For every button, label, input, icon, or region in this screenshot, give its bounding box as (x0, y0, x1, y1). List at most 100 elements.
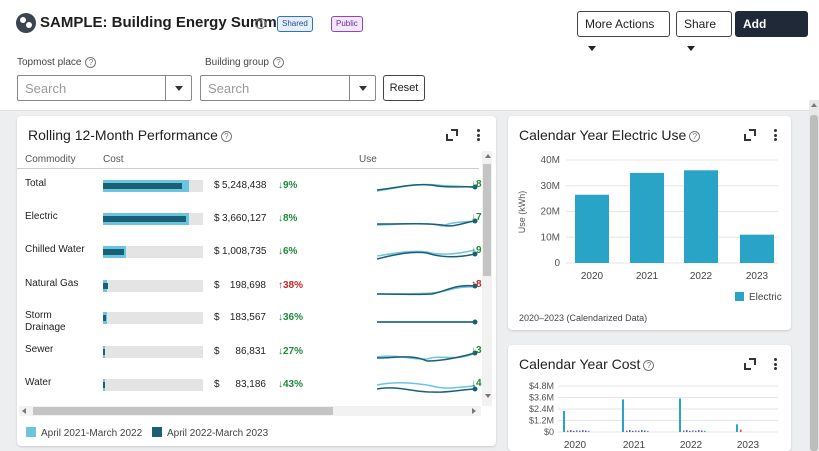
currency-symbol: $ (214, 346, 220, 357)
scroll-up-icon[interactable] (485, 154, 491, 158)
cost-bar (679, 398, 681, 432)
cost-bar (692, 430, 694, 432)
cost-value: 1,008,735 (222, 246, 267, 257)
cost-bar (736, 424, 738, 432)
help-icon[interactable]: ? (85, 57, 97, 68)
scrollbar-thumb[interactable] (33, 407, 333, 415)
bar-2020 (575, 194, 609, 263)
x-tick-label: 2021 (636, 271, 659, 282)
help-icon[interactable]: ? (220, 131, 232, 142)
scroll-left-icon[interactable] (22, 408, 26, 414)
use-sparkline (376, 249, 478, 260)
cost-bar (582, 430, 584, 432)
cost-bar (701, 430, 703, 432)
cost-bar-current (103, 183, 182, 189)
use-sparkline (376, 382, 478, 393)
cost-value: 198,698 (229, 280, 266, 291)
x-tick-label: 2021 (623, 440, 646, 451)
chart-legend: Electric (735, 292, 782, 303)
scroll-down-icon[interactable] (485, 394, 491, 398)
cost-bar (635, 430, 637, 432)
y-tick-label: $2.4M (529, 404, 554, 414)
use-sparkline (376, 218, 478, 227)
cost-bar (570, 430, 572, 432)
table-row[interactable]: Electric $3,660,127 ↓8% ↓7 (17, 205, 482, 235)
calendar-cost-card: Calendar Year Cost? $0 $1.2M $2.4M $3.6M $4.… (508, 345, 791, 451)
building-group-text: Building group (205, 57, 269, 68)
share-button[interactable]: Share (676, 11, 732, 52)
x-tick-label: 2023 (746, 271, 769, 282)
x-tick-label: 2023 (737, 440, 760, 451)
cost-value: 3,660,127 (222, 213, 267, 224)
cost-value: 183,567 (229, 312, 266, 323)
cost-value: 83,186 (235, 379, 266, 390)
table-row[interactable]: Storm Drainage $183,567 ↓36% (17, 304, 482, 334)
topmost-place-label: Topmost place? (17, 57, 97, 68)
sparkline-prev (376, 286, 476, 295)
chevron-down-icon[interactable] (349, 76, 375, 100)
table-row[interactable]: Water $83,186 ↓43% ↓4 (17, 371, 482, 401)
cost-bar (686, 430, 688, 432)
expand-icon[interactable] (446, 129, 458, 141)
app-logo-icon (16, 13, 36, 33)
reset-button[interactable]: Reset (383, 75, 425, 101)
topmost-place-text: Topmost place (17, 57, 82, 68)
x-tick-label: 2020 (581, 271, 604, 282)
cost-value: 86,831 (235, 346, 266, 357)
page-scrollbar-thumb[interactable] (810, 115, 818, 451)
use-change: ↓7 (471, 212, 482, 223)
use-change: ↓8 (471, 179, 482, 190)
card-title-text: Rolling 12-Month Performance (28, 127, 218, 143)
table-row[interactable]: Total $5,248,438 ↓9% ↓8 (17, 172, 482, 202)
y-tick-label: 0 (554, 258, 560, 269)
use-change: ↓3 (471, 345, 482, 356)
electric-use-card: Calendar Year Electric Use? 0 10M 20M 30M 40… (508, 116, 791, 330)
cost-bar (588, 430, 590, 432)
use-sparkline (376, 283, 478, 296)
cost-bar-current (103, 283, 108, 289)
cost-bar (704, 430, 706, 432)
legend-swatch (735, 292, 744, 301)
table-header-divider (17, 168, 479, 169)
cost-bar-current (103, 216, 186, 222)
cost-bar (626, 430, 628, 432)
cost-change: ↓36% (278, 312, 304, 323)
chevron-down-icon (588, 46, 596, 52)
commodity-name: Water (25, 377, 52, 388)
cost-change: ↓27% (278, 346, 304, 357)
legend-swatch (26, 427, 36, 437)
help-icon[interactable]: ? (272, 57, 284, 68)
y-tick-label: $3.6M (529, 393, 554, 403)
share-label: Share (684, 17, 717, 31)
more-actions-button[interactable]: More Actions (577, 11, 670, 52)
y-tick-label: $0 (544, 427, 554, 437)
scroll-right-icon[interactable] (472, 408, 476, 414)
kebab-menu-icon[interactable] (477, 129, 481, 141)
scroll-up-icon[interactable] (811, 103, 817, 107)
public-badge[interactable]: Public (331, 16, 363, 32)
cost-bar (695, 430, 697, 432)
chevron-down-icon (687, 46, 695, 52)
electric-use-chart: 0 10M 20M 30M 40M Use (kWh) 2020 2021 2022 2023 (517, 155, 778, 282)
table-row[interactable]: Natural Gas $198,698 ↑38% ↑8 (17, 272, 482, 302)
sparkline-current (376, 387, 476, 393)
help-icon[interactable]: ? (255, 18, 266, 29)
sparkline-prev (376, 382, 476, 389)
building-group-search-input[interactable]: Search (200, 75, 376, 101)
cost-change: ↓8% (278, 213, 298, 224)
shared-badge[interactable]: Shared (277, 16, 313, 32)
table-row[interactable]: Chilled Water $1,008,735 ↓6% ↓9 (17, 238, 482, 268)
cost-bar (576, 430, 578, 432)
scrollbar-thumb[interactable] (483, 164, 491, 276)
cost-change: ↓6% (278, 246, 298, 257)
table-row[interactable]: Sewer $86,831 ↓27% ↓3 (17, 338, 482, 368)
topmost-place-search-input[interactable]: Search (17, 75, 192, 101)
more-actions-label: More Actions (585, 17, 655, 31)
chevron-down-icon[interactable] (165, 76, 191, 100)
use-sparkline (377, 319, 478, 325)
cost-bar-current (103, 315, 106, 321)
currency-symbol: $ (214, 379, 220, 390)
add-widget-button[interactable]: Add Widget (735, 11, 808, 55)
cost-bar-current (103, 349, 105, 355)
search-placeholder: Search (25, 81, 67, 96)
